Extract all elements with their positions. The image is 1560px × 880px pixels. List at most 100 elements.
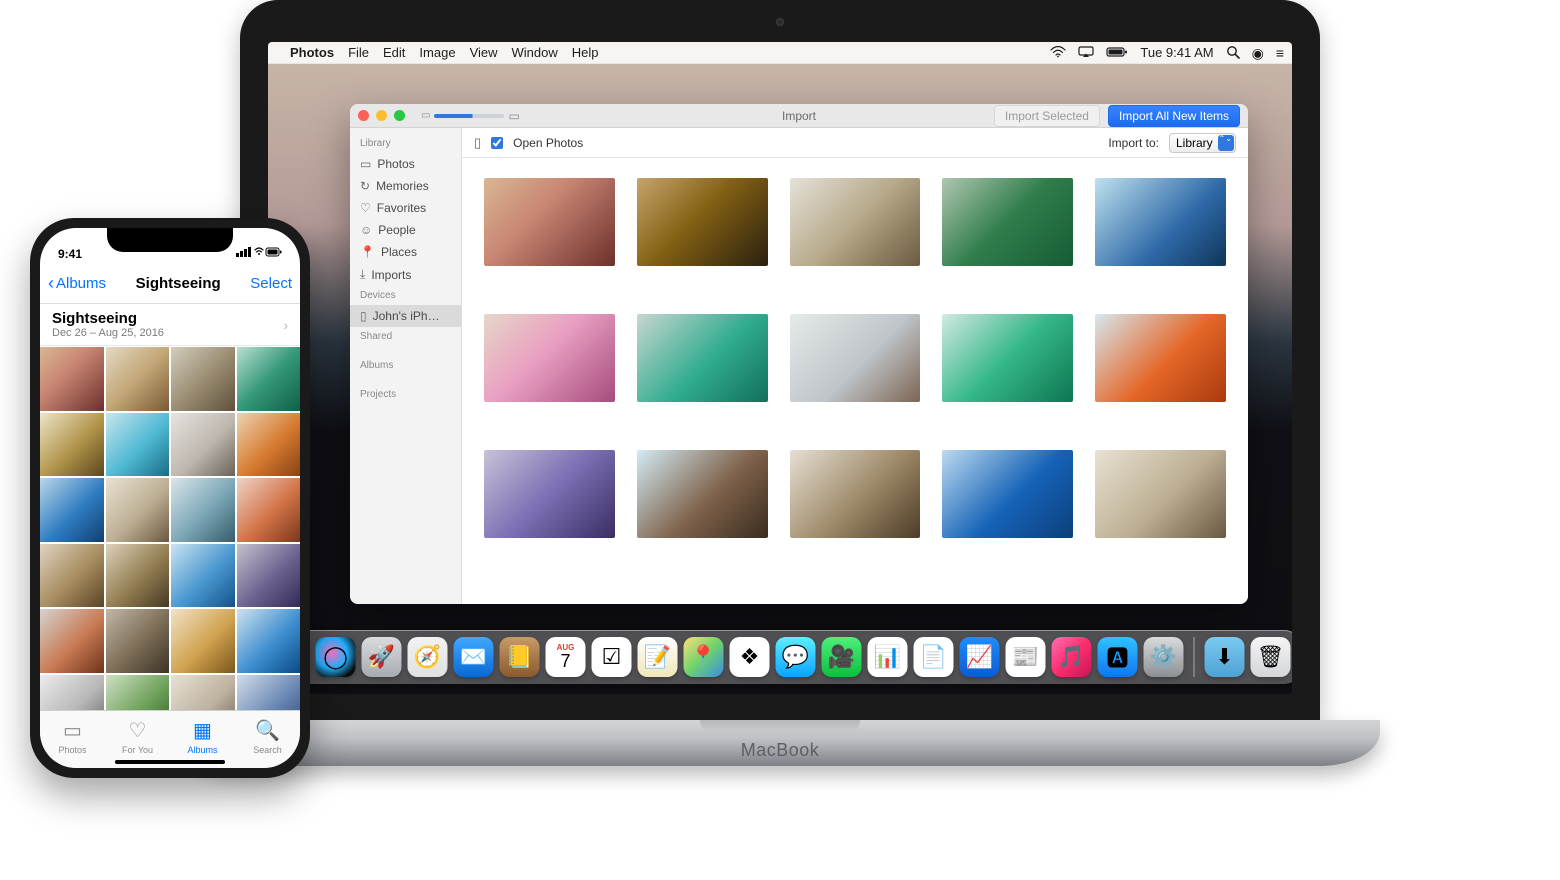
album-header-row[interactable]: Sightseeing Dec 26 – Aug 25, 2016 › xyxy=(40,304,300,346)
photo-cell[interactable] xyxy=(237,413,301,477)
dock-downloads[interactable]: ⬇ xyxy=(1205,637,1245,677)
fullscreen-window-button[interactable] xyxy=(394,110,405,121)
sidebar-item-photos[interactable]: ▭Photos xyxy=(350,153,461,175)
menubar-item-help[interactable]: Help xyxy=(572,45,599,60)
dock-facetime[interactable]: 🎥 xyxy=(822,637,862,677)
sidebar-item-people[interactable]: ☺People xyxy=(350,219,461,241)
dock-safari[interactable]: 🧭 xyxy=(408,637,448,677)
dock-contacts[interactable]: 📒 xyxy=(500,637,540,677)
dock-launchpad[interactable]: 🚀 xyxy=(362,637,402,677)
window-titlebar[interactable]: ▭ ▭ Import Import Selected Import All Ne… xyxy=(350,104,1248,128)
photo-cell[interactable] xyxy=(106,675,170,711)
airplay-icon[interactable] xyxy=(1078,46,1094,60)
import-to-select[interactable]: Library xyxy=(1169,133,1236,153)
photo-cell[interactable] xyxy=(171,609,235,673)
photo-cell[interactable] xyxy=(40,609,104,673)
dock-siri[interactable]: ◯ xyxy=(316,637,356,677)
wifi-icon[interactable] xyxy=(1050,46,1066,60)
sidebar-section-albums[interactable]: Albums xyxy=(350,346,461,375)
sidebar-item-imports[interactable]: ⤓Imports xyxy=(350,263,461,286)
photo-cell[interactable] xyxy=(171,478,235,542)
import-thumbnail[interactable] xyxy=(484,178,615,266)
photo-cell[interactable] xyxy=(40,413,104,477)
import-thumbnail[interactable] xyxy=(484,450,615,538)
photo-cell[interactable] xyxy=(106,413,170,477)
photo-cell[interactable] xyxy=(171,544,235,608)
import-thumbnail[interactable] xyxy=(942,178,1073,266)
import-thumbnail[interactable] xyxy=(1095,314,1226,402)
dock-news[interactable]: 📰 xyxy=(1006,637,1046,677)
spotlight-icon[interactable] xyxy=(1226,45,1240,61)
photo-cell[interactable] xyxy=(106,544,170,608)
photo-cell[interactable] xyxy=(40,675,104,711)
photo-cell[interactable] xyxy=(106,478,170,542)
dock-messages[interactable]: 💬 xyxy=(776,637,816,677)
import-thumbnail[interactable] xyxy=(637,178,768,266)
dock-appstore[interactable]: 🅰 xyxy=(1098,637,1138,677)
photo-cell[interactable] xyxy=(237,478,301,542)
back-button[interactable]: ‹ Albums xyxy=(48,273,106,294)
home-indicator[interactable] xyxy=(115,760,225,764)
macos-dock[interactable]: 🙂◯🚀🧭✉️📒AUG7☑📝📍❖💬🎥📊📄📈📰🎵🅰⚙️⬇🗑 xyxy=(268,630,1292,684)
dock-photos[interactable]: ❖ xyxy=(730,637,770,677)
tab-photos[interactable]: ▭ Photos xyxy=(40,711,105,762)
dock-reminders[interactable]: ☑ xyxy=(592,637,632,677)
import-selected-button[interactable]: Import Selected xyxy=(994,105,1100,127)
thumbnail-size-slider[interactable]: ▭ ▭ xyxy=(421,109,520,123)
tab-search[interactable]: 🔍 Search xyxy=(235,711,300,762)
minimize-window-button[interactable] xyxy=(376,110,387,121)
photo-cell[interactable] xyxy=(171,675,235,711)
dock-preferences[interactable]: ⚙️ xyxy=(1144,637,1184,677)
import-thumbnail[interactable] xyxy=(790,450,921,538)
menubar-item-file[interactable]: File xyxy=(348,45,369,60)
import-thumbnail[interactable] xyxy=(484,314,615,402)
photo-cell[interactable] xyxy=(40,347,104,411)
photo-cell[interactable] xyxy=(106,347,170,411)
import-thumbnail[interactable] xyxy=(1095,178,1226,266)
dock-mail[interactable]: ✉️ xyxy=(454,637,494,677)
photo-cell[interactable] xyxy=(40,478,104,542)
select-button[interactable]: Select xyxy=(250,275,292,292)
menubar-item-edit[interactable]: Edit xyxy=(383,45,405,60)
import-thumbnail[interactable] xyxy=(942,314,1073,402)
import-thumbnail[interactable] xyxy=(1095,450,1226,538)
menubar-clock[interactable]: Tue 9:41 AM xyxy=(1140,45,1213,60)
photo-cell[interactable] xyxy=(237,544,301,608)
control-center-icon[interactable]: ≡ xyxy=(1276,46,1284,60)
sidebar-item-memories[interactable]: ↻Memories xyxy=(350,175,461,197)
dock-trash[interactable]: 🗑 xyxy=(1251,637,1291,677)
menubar-item-image[interactable]: Image xyxy=(419,45,455,60)
import-thumbnail[interactable] xyxy=(637,450,768,538)
close-window-button[interactable] xyxy=(358,110,369,121)
dock-maps[interactable]: 📍 xyxy=(684,637,724,677)
photo-cell[interactable] xyxy=(40,544,104,608)
menubar-item-view[interactable]: View xyxy=(470,45,498,60)
dock-itunes[interactable]: 🎵 xyxy=(1052,637,1092,677)
dock-notes[interactable]: 📝 xyxy=(638,637,678,677)
photo-cell[interactable] xyxy=(237,347,301,411)
open-photos-checkbox[interactable] xyxy=(491,137,503,149)
photo-cell[interactable] xyxy=(171,347,235,411)
photo-cell[interactable] xyxy=(106,609,170,673)
siri-icon[interactable]: ◉ xyxy=(1252,46,1264,60)
sidebar-item-places[interactable]: 📍Places xyxy=(350,241,461,263)
menubar-item-window[interactable]: Window xyxy=(512,45,558,60)
import-thumbnail[interactable] xyxy=(790,178,921,266)
import-thumbnail[interactable] xyxy=(790,314,921,402)
sidebar-item-device[interactable]: ▯John's iPh… xyxy=(350,305,461,327)
dock-numbers[interactable]: 📊 xyxy=(868,637,908,677)
sidebar-section-projects[interactable]: Projects xyxy=(350,375,461,404)
dock-keynote[interactable]: 📈 xyxy=(960,637,1000,677)
tab-for-you[interactable]: ♡ For You xyxy=(105,711,170,762)
photo-cell[interactable] xyxy=(171,413,235,477)
battery-icon[interactable] xyxy=(1106,46,1128,60)
photo-cell[interactable] xyxy=(237,609,301,673)
tab-albums[interactable]: ▦ Albums xyxy=(170,711,235,762)
photo-cell[interactable] xyxy=(237,675,301,711)
dock-calendar[interactable]: AUG7 xyxy=(546,637,586,677)
menubar-app-name[interactable]: Photos xyxy=(290,45,334,60)
import-thumbnail[interactable] xyxy=(637,314,768,402)
import-thumbnail[interactable] xyxy=(942,450,1073,538)
import-all-button[interactable]: Import All New Items xyxy=(1108,105,1240,127)
sidebar-item-favorites[interactable]: ♡Favorites xyxy=(350,197,461,219)
